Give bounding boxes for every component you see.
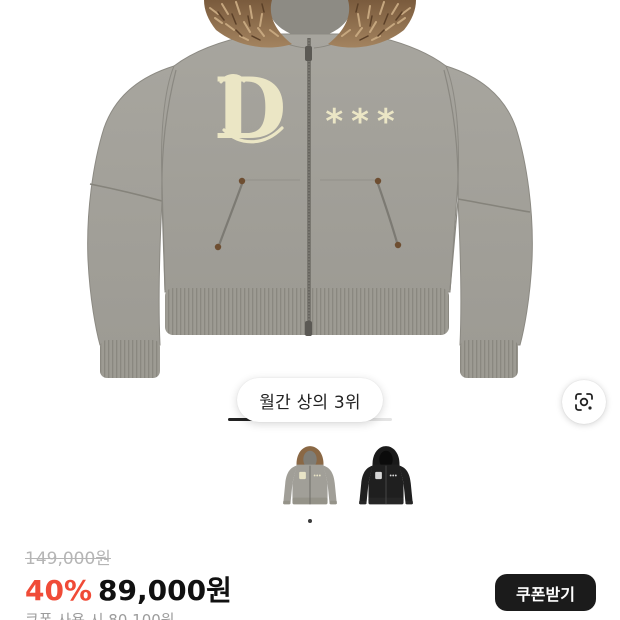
coupon-price-note-text: 쿠폰 사용 시 80,100원 — [25, 611, 175, 620]
zipper-pull-bottom — [305, 321, 312, 336]
sale-price: 89,000원 — [98, 574, 232, 607]
discount-rate: 40% — [25, 574, 93, 607]
color-option-thumbnail[interactable] — [355, 444, 417, 524]
product-image[interactable]: D *** — [0, 0, 620, 380]
ranking-badge: 월간 상의 3위 — [237, 378, 383, 422]
option-hoodie-image — [355, 444, 417, 510]
right-sleeve — [445, 65, 533, 378]
left-sleeve — [87, 65, 175, 378]
original-price: 149,000원 — [25, 549, 111, 569]
coupon-price-note: 쿠폰 사용 시 80,100원 — [25, 611, 325, 620]
get-coupon-button[interactable]: 쿠폰받기 — [495, 574, 596, 611]
option-hoodie-image — [279, 444, 341, 510]
rivet — [214, 243, 222, 251]
rivet — [374, 177, 382, 185]
zipper-pull-top — [305, 46, 312, 61]
ranking-badge-label: 월간 상의 3위 — [259, 392, 361, 413]
lens-search-icon — [575, 393, 593, 411]
color-option-thumbnail[interactable] — [279, 444, 341, 524]
price-row: 40% 89,000원 — [25, 573, 232, 609]
selected-indicator-dot — [308, 519, 312, 523]
chest-print-stars: *** — [325, 102, 402, 142]
rivet — [238, 177, 246, 185]
chest-print-letter: D — [214, 59, 287, 158]
rivet — [394, 241, 402, 249]
get-coupon-label: 쿠폰받기 — [516, 584, 575, 604]
visual-search-button[interactable] — [562, 380, 606, 424]
